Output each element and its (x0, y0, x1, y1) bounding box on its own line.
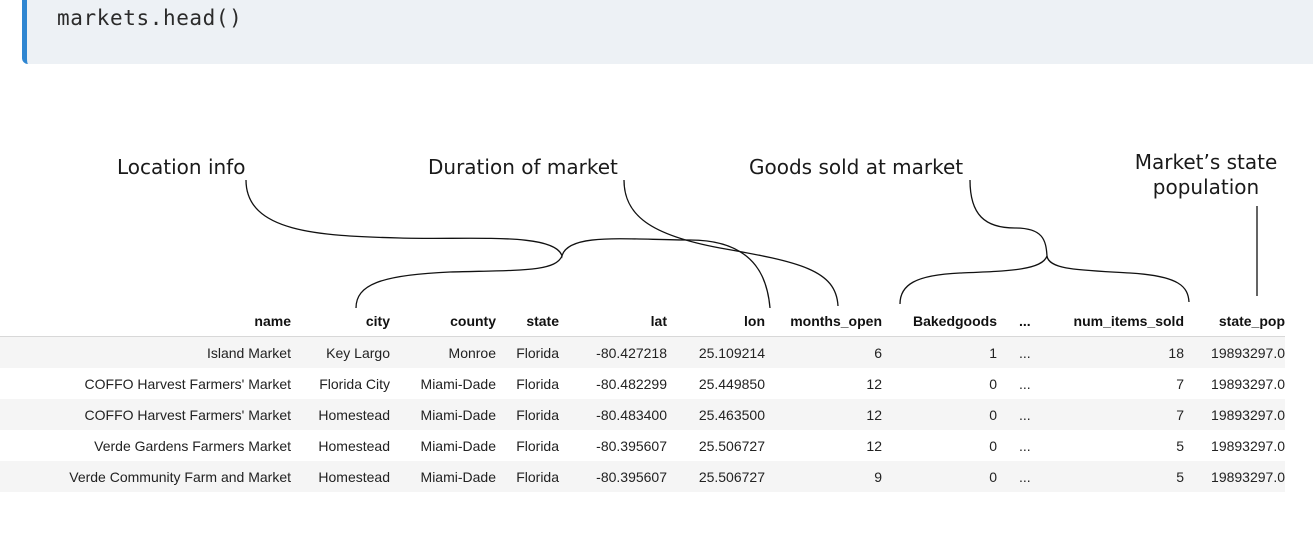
col-header-num-items-sold: num_items_sold (1039, 306, 1184, 337)
col-header-city: city (291, 306, 390, 337)
cell-months-open: 6 (765, 336, 882, 368)
table-row: Island Market Key Largo Monroe Florida -… (0, 336, 1285, 368)
col-header-bakedgoods: Bakedgoods (882, 306, 997, 337)
cell-city: Homestead (291, 430, 390, 461)
cell-city: Homestead (291, 461, 390, 492)
cell-county: Miami-Dade (390, 461, 496, 492)
cell-months-open: 12 (765, 430, 882, 461)
cell-num-items-sold: 18 (1039, 336, 1184, 368)
cell-ellipsis: ... (997, 430, 1039, 461)
cell-state-pop: 19893297.0 (1184, 336, 1285, 368)
col-header-lat: lat (559, 306, 667, 337)
col-header-state: state (496, 306, 559, 337)
cell-lat: -80.395607 (559, 461, 667, 492)
cell-lat: -80.427218 (559, 336, 667, 368)
cell-bakedgoods: 0 (882, 368, 997, 399)
cell-bakedgoods: 0 (882, 399, 997, 430)
col-header-name: name (0, 306, 291, 337)
cell-lat: -80.482299 (559, 368, 667, 399)
cell-lon: 25.449850 (667, 368, 765, 399)
table-row: Verde Community Farm and Market Homestea… (0, 461, 1285, 492)
cell-lon: 25.109214 (667, 336, 765, 368)
cell-num-items-sold: 5 (1039, 430, 1184, 461)
cell-county: Miami-Dade (390, 399, 496, 430)
cell-months-open: 9 (765, 461, 882, 492)
col-header-months-open: months_open (765, 306, 882, 337)
cell-num-items-sold: 5 (1039, 461, 1184, 492)
cell-lat: -80.483400 (559, 399, 667, 430)
col-header-state-pop: state_pop (1184, 306, 1285, 337)
cell-lon: 25.506727 (667, 430, 765, 461)
table-row: Verde Gardens Farmers Market Homestead M… (0, 430, 1285, 461)
table-header-row: name city county state lat lon months_op… (0, 306, 1285, 337)
col-header-county: county (390, 306, 496, 337)
cell-name: Island Market (0, 336, 291, 368)
cell-num-items-sold: 7 (1039, 368, 1184, 399)
cell-lat: -80.395607 (559, 430, 667, 461)
cell-months-open: 12 (765, 368, 882, 399)
cell-county: Monroe (390, 336, 496, 368)
cell-city: Florida City (291, 368, 390, 399)
cell-name: Verde Community Farm and Market (0, 461, 291, 492)
cell-ellipsis: ... (997, 368, 1039, 399)
cell-months-open: 12 (765, 399, 882, 430)
cell-num-items-sold: 7 (1039, 399, 1184, 430)
table-row: COFFO Harvest Farmers' Market Homestead … (0, 399, 1285, 430)
cell-name: COFFO Harvest Farmers' Market (0, 399, 291, 430)
cell-city: Homestead (291, 399, 390, 430)
col-header-ellipsis: ... (997, 306, 1039, 337)
cell-bakedgoods: 0 (882, 430, 997, 461)
cell-state-pop: 19893297.0 (1184, 399, 1285, 430)
cell-state: Florida (496, 430, 559, 461)
cell-state-pop: 19893297.0 (1184, 461, 1285, 492)
dataframe-table: name city county state lat lon months_op… (0, 306, 1285, 492)
cell-state: Florida (496, 336, 559, 368)
col-header-lon: lon (667, 306, 765, 337)
cell-ellipsis: ... (997, 461, 1039, 492)
cell-state: Florida (496, 368, 559, 399)
cell-state: Florida (496, 399, 559, 430)
cell-bakedgoods: 0 (882, 461, 997, 492)
cell-ellipsis: ... (997, 399, 1039, 430)
table-row: COFFO Harvest Farmers' Market Florida Ci… (0, 368, 1285, 399)
cell-city: Key Largo (291, 336, 390, 368)
cell-ellipsis: ... (997, 336, 1039, 368)
bracket-location (245, 179, 771, 309)
cell-name: COFFO Harvest Farmers' Market (0, 368, 291, 399)
cell-lon: 25.506727 (667, 461, 765, 492)
cell-county: Miami-Dade (390, 368, 496, 399)
cell-county: Miami-Dade (390, 430, 496, 461)
cell-bakedgoods: 1 (882, 336, 997, 368)
cell-state-pop: 19893297.0 (1184, 368, 1285, 399)
bracket-duration (623, 179, 839, 307)
cell-state-pop: 19893297.0 (1184, 430, 1285, 461)
cell-lon: 25.463500 (667, 399, 765, 430)
cell-name: Verde Gardens Farmers Market (0, 430, 291, 461)
bracket-goods (899, 179, 1190, 305)
cell-state: Florida (496, 461, 559, 492)
